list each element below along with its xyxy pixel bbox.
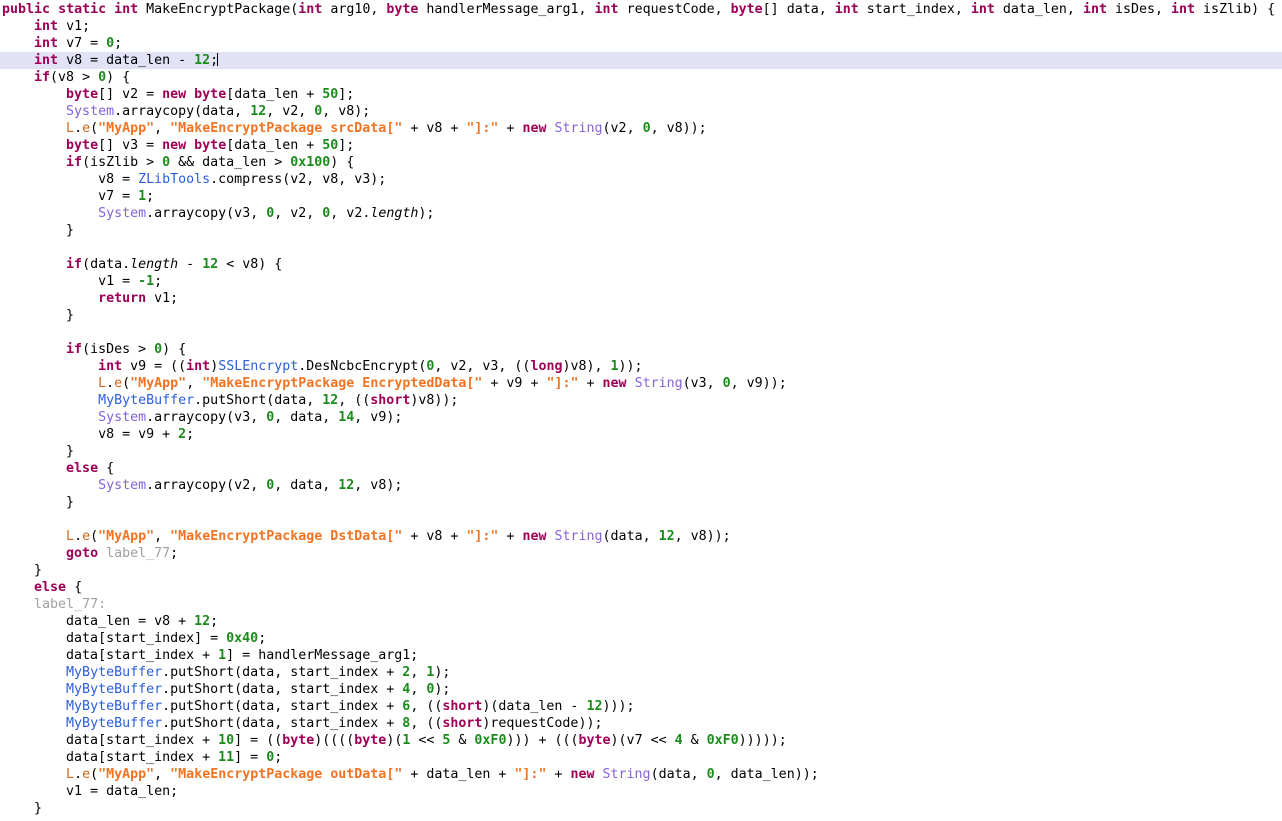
code-line[interactable]: else { [0,460,1282,477]
code-line[interactable]: data[start_index + 1] = handlerMessage_a… [0,647,1282,664]
code-line[interactable]: data[start_index] = 0x40; [0,630,1282,647]
code-line[interactable]: v8 = v9 + 2; [0,426,1282,443]
code-line[interactable]: data_len = v8 + 12; [0,613,1282,630]
code-line[interactable]: System.arraycopy(data, 12, v2, 0, v8); [0,103,1282,120]
code-line[interactable]: return v1; [0,290,1282,307]
code-line[interactable]: byte[] v2 = new byte[data_len + 50]; [0,86,1282,103]
code-line[interactable]: L.e("MyApp", "MakeEncryptPackage srcData… [0,120,1282,137]
code-line[interactable] [0,324,1282,341]
code-line[interactable]: label_77: [0,596,1282,613]
code-line[interactable]: MyByteBuffer.putShort(data, start_index … [0,664,1282,681]
code-line[interactable]: data[start_index + 10] = ((byte)((((byte… [0,732,1282,749]
code-line[interactable]: v1 = data_len; [0,783,1282,800]
code-line[interactable]: } [0,800,1282,817]
code-line[interactable]: int v7 = 0; [0,35,1282,52]
code-line[interactable]: if(isDes > 0) { [0,341,1282,358]
code-line[interactable]: } [0,443,1282,460]
code-line[interactable]: int v1; [0,18,1282,35]
code-editor[interactable]: public static int MakeEncryptPackage(int… [0,0,1282,821]
code-line[interactable]: v1 = -1; [0,273,1282,290]
code-line[interactable]: public static int MakeEncryptPackage(int… [0,1,1282,18]
code-line[interactable]: L.e("MyApp", "MakeEncryptPackage DstData… [0,528,1282,545]
code-line[interactable]: goto label_77; [0,545,1282,562]
code-line[interactable]: System.arraycopy(v3, 0, v2, 0, v2.length… [0,205,1282,222]
code-line[interactable]: if(data.length - 12 < v8) { [0,256,1282,273]
code-line[interactable]: MyByteBuffer.putShort(data, 12, ((short)… [0,392,1282,409]
code-line[interactable] [0,239,1282,256]
code-line[interactable]: } [0,307,1282,324]
code-line[interactable]: data[start_index + 11] = 0; [0,749,1282,766]
code-line[interactable]: System.arraycopy(v3, 0, data, 14, v9); [0,409,1282,426]
text-caret [217,53,219,66]
code-line[interactable]: } [0,494,1282,511]
code-line[interactable]: L.e("MyApp", "MakeEncryptPackage Encrypt… [0,375,1282,392]
code-line[interactable]: if(v8 > 0) { [0,69,1282,86]
code-line[interactable]: int v9 = ((int)SSLEncrypt.DesNcbcEncrypt… [0,358,1282,375]
code-line[interactable]: L.e("MyApp", "MakeEncryptPackage outData… [0,766,1282,783]
code-line[interactable]: MyByteBuffer.putShort(data, start_index … [0,698,1282,715]
code-line[interactable]: MyByteBuffer.putShort(data, start_index … [0,715,1282,732]
code-line[interactable]: v8 = ZLibTools.compress(v2, v8, v3); [0,171,1282,188]
code-line[interactable]: else { [0,579,1282,596]
code-line[interactable]: byte[] v3 = new byte[data_len + 50]; [0,137,1282,154]
code-line[interactable]: System.arraycopy(v2, 0, data, 12, v8); [0,477,1282,494]
code-line[interactable]: if(isZlib > 0 && data_len > 0x100) { [0,154,1282,171]
code-line[interactable] [0,511,1282,528]
code-line[interactable]: } [0,222,1282,239]
code-line[interactable]: MyByteBuffer.putShort(data, start_index … [0,681,1282,698]
code-line-active[interactable]: int v8 = data_len - 12; [0,52,1282,69]
code-line[interactable]: } [0,562,1282,579]
code-line[interactable]: v7 = 1; [0,188,1282,205]
